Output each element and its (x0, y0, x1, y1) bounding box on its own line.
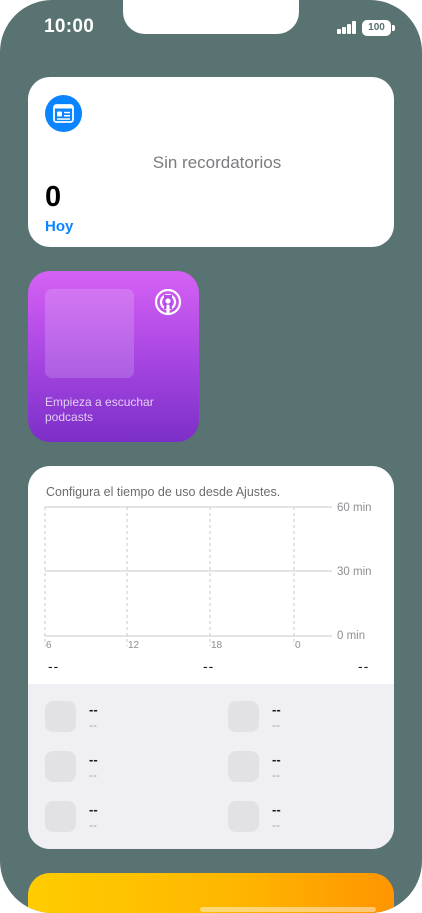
x-axis-label-12: 12 (128, 640, 140, 651)
app-icon-placeholder (45, 701, 76, 732)
app-usage-item: -- -- (228, 751, 394, 785)
app-usage-item: -- -- (45, 751, 215, 785)
app-time: -- (272, 718, 280, 732)
screen-time-summary-center: -- (203, 658, 215, 674)
app-time: -- (272, 768, 280, 782)
battery-icon: 100 (362, 20, 391, 36)
app-name: -- (272, 702, 281, 717)
podcasts-icon (153, 288, 183, 324)
reminders-list-name: Hoy (45, 218, 74, 235)
app-time: -- (89, 818, 97, 832)
app-icon-placeholder (228, 801, 259, 832)
x-axis-label-6: 6 (46, 640, 52, 651)
screen-time-chart: 60 min 30 min 0 min 6 12 18 0 (44, 502, 372, 651)
podcasts-prompt: Empieza a escuchar podcasts (45, 395, 154, 424)
app-icon-placeholder (228, 751, 259, 782)
screen-time-summary-right: -- (358, 658, 370, 674)
device-notch (123, 0, 299, 34)
screen-time-widget[interactable]: Configura el tiempo de uso desde Ajustes… (28, 466, 394, 849)
app-name: -- (89, 802, 98, 817)
podcasts-widget[interactable]: Empieza a escuchar podcasts (28, 271, 199, 442)
x-axis-label-18: 18 (211, 640, 223, 651)
app-usage-item: -- -- (45, 701, 215, 735)
app-name: -- (272, 752, 281, 767)
app-usage-item: -- -- (228, 701, 394, 735)
app-name: -- (272, 802, 281, 817)
status-time: 10:00 (44, 16, 95, 37)
app-usage-item: -- -- (45, 801, 215, 835)
y-axis-label-60: 60 min (337, 502, 372, 514)
app-time: -- (89, 768, 97, 782)
app-name: -- (89, 752, 98, 767)
battery-level: 100 (368, 22, 385, 33)
app-icon-placeholder (228, 701, 259, 732)
app-usage-item: -- -- (228, 801, 394, 835)
reminders-list-icon (45, 95, 82, 132)
screen-time-summary-left: -- (48, 658, 60, 674)
app-name: -- (89, 702, 98, 717)
reminders-count: 0 (45, 181, 62, 213)
reminders-widget[interactable]: Sin recordatorios 0 Hoy (28, 77, 394, 247)
home-indicator[interactable] (200, 907, 376, 912)
app-icon-placeholder (45, 751, 76, 782)
reminders-empty-text: Sin recordatorios (152, 153, 282, 172)
battery-cap (392, 25, 395, 31)
app-time: -- (89, 718, 97, 732)
app-icon-placeholder (45, 801, 76, 832)
x-axis-label-0: 0 (295, 640, 301, 651)
y-axis-label-30: 30 min (337, 566, 372, 578)
app-time: -- (272, 818, 280, 832)
y-axis-label-0: 0 min (337, 630, 365, 642)
home-screen: 10:00 100 Sin recordatorios 0 Hoy Empiez… (0, 0, 422, 913)
podcast-artwork-placeholder (45, 289, 134, 378)
cellular-signal-icon (337, 21, 357, 34)
screen-time-apps-grid: -- -- -- -- -- -- -- -- -- -- -- -- (28, 684, 394, 849)
